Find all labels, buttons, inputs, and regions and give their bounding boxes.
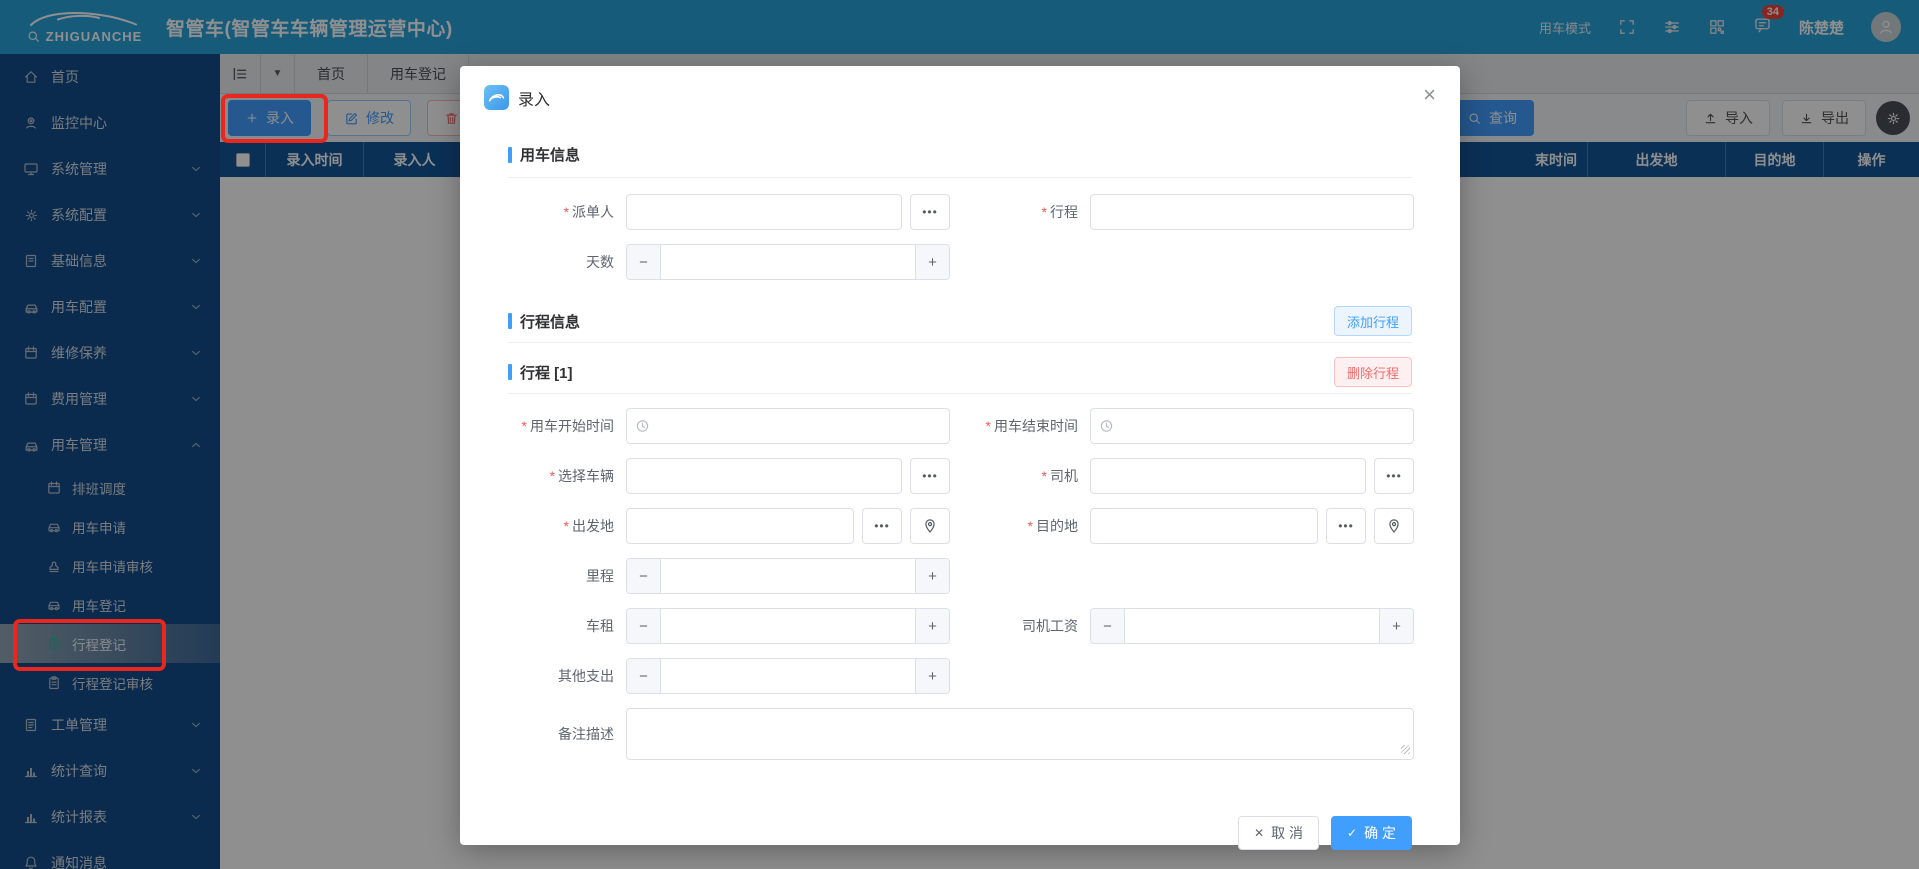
confirm-button[interactable]: ✓ 确 定 <box>1331 816 1412 850</box>
minus-button[interactable]: − <box>627 609 661 643</box>
origin-label: *出发地 <box>508 516 626 536</box>
vehicle-input[interactable] <box>626 458 902 494</box>
origin-input[interactable] <box>626 508 854 544</box>
close-icon: ✕ <box>1254 826 1264 840</box>
cancel-button[interactable]: ✕ 取 消 <box>1238 816 1319 850</box>
ellipsis-icon: ••• <box>874 519 890 533</box>
rent-input[interactable] <box>661 609 915 643</box>
destination-input[interactable] <box>1090 508 1318 544</box>
driver-picker-button[interactable]: ••• <box>1374 458 1414 494</box>
end-time-label: *用车结束时间 <box>960 416 1090 436</box>
driver-salary-label: 司机工资 <box>960 616 1090 636</box>
other-expense-input[interactable] <box>661 659 915 693</box>
trip-input[interactable] <box>1090 194 1414 230</box>
driver-input[interactable] <box>1090 458 1366 494</box>
ellipsis-icon: ••• <box>922 205 938 219</box>
delete-trip-button[interactable]: 删除行程 <box>1334 357 1412 387</box>
ellipsis-icon: ••• <box>1338 519 1354 533</box>
ellipsis-icon: ••• <box>922 469 938 483</box>
section-trip-info: 行程信息 添加行程 <box>508 306 1412 336</box>
driver-salary-input[interactable] <box>1125 609 1379 643</box>
remark-textarea[interactable] <box>626 708 1414 760</box>
mileage-label: 里程 <box>508 566 626 586</box>
check-icon: ✓ <box>1347 826 1357 840</box>
clock-icon <box>635 419 650 434</box>
trip-label: *行程 <box>960 202 1090 222</box>
remark-label: 备注描述 <box>508 724 626 744</box>
minus-button[interactable]: − <box>1091 609 1125 643</box>
origin-map-button[interactable] <box>910 508 950 544</box>
rent-label: 车租 <box>508 616 626 636</box>
dispatcher-label: *派单人 <box>508 202 626 222</box>
location-icon <box>1386 518 1402 534</box>
mileage-input[interactable] <box>661 559 915 593</box>
end-time-input[interactable] <box>1090 408 1414 444</box>
plus-button[interactable]: + <box>915 659 949 693</box>
rent-stepper: − + <box>626 608 950 644</box>
section-trip-1: 行程 [1] 删除行程 <box>508 357 1412 387</box>
close-icon[interactable]: × <box>1423 84 1436 106</box>
dispatcher-input[interactable] <box>626 194 902 230</box>
driver-salary-stepper: − + <box>1090 608 1414 644</box>
dialog-logo-icon <box>484 85 509 110</box>
dispatcher-picker-button[interactable]: ••• <box>910 194 950 230</box>
mileage-stepper: − + <box>626 558 950 594</box>
destination-map-button[interactable] <box>1374 508 1414 544</box>
destination-label: *目的地 <box>960 516 1090 536</box>
days-stepper: − + <box>626 244 950 280</box>
start-time-label: *用车开始时间 <box>508 416 626 436</box>
destination-picker-button[interactable]: ••• <box>1326 508 1366 544</box>
other-expense-label: 其他支出 <box>508 666 626 686</box>
clock-icon <box>1099 419 1114 434</box>
dialog-title: 录入 <box>518 86 550 110</box>
vehicle-label: *选择车辆 <box>508 466 626 486</box>
days-label: 天数 <box>508 252 626 272</box>
start-time-input[interactable] <box>626 408 950 444</box>
location-icon <box>922 518 938 534</box>
plus-button[interactable]: + <box>1379 609 1413 643</box>
minus-button[interactable]: − <box>627 559 661 593</box>
entry-dialog: 录入 × 用车信息 *派单人 ••• *行程 天数 <box>460 66 1460 845</box>
driver-label: *司机 <box>960 466 1090 486</box>
origin-picker-button[interactable]: ••• <box>862 508 902 544</box>
plus-button[interactable]: + <box>915 609 949 643</box>
vehicle-picker-button[interactable]: ••• <box>910 458 950 494</box>
add-trip-button[interactable]: 添加行程 <box>1334 306 1412 336</box>
minus-button[interactable]: − <box>627 245 661 279</box>
days-input[interactable] <box>661 245 915 279</box>
plus-button[interactable]: + <box>915 245 949 279</box>
plus-button[interactable]: + <box>915 559 949 593</box>
other-expense-stepper: − + <box>626 658 950 694</box>
section-vehicle-info: 用车信息 <box>508 144 1412 165</box>
minus-button[interactable]: − <box>627 659 661 693</box>
ellipsis-icon: ••• <box>1386 469 1402 483</box>
